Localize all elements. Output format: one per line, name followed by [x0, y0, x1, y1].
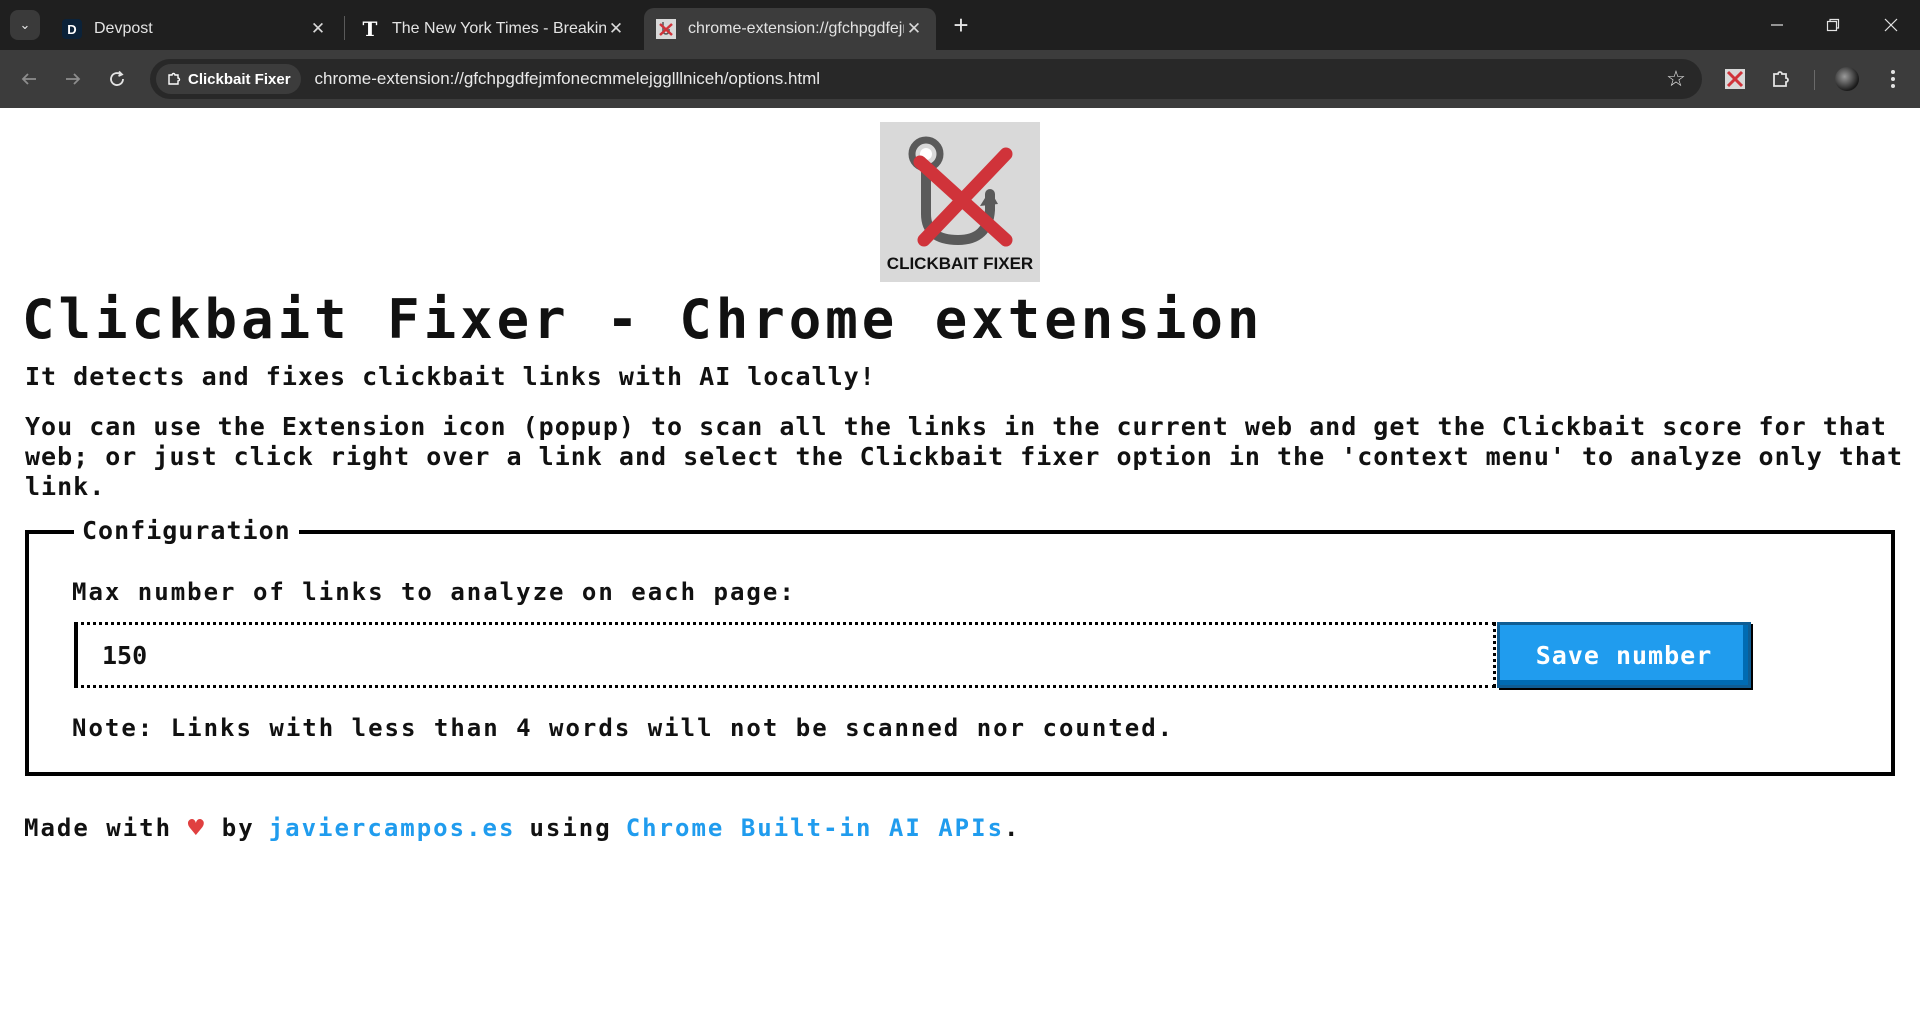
close-tab-icon[interactable]: ✕	[606, 19, 626, 39]
configuration-legend: Configuration	[74, 516, 299, 545]
restore-window-icon[interactable]	[1818, 10, 1848, 40]
extension-puzzle-icon	[166, 71, 182, 87]
new-tab-button[interactable]: +	[946, 10, 976, 40]
back-arrow-icon[interactable]	[14, 64, 44, 94]
tab-title: The New York Times - Breaking	[392, 20, 606, 37]
footer-made-with: Made with	[24, 814, 173, 842]
tab-strip: ⌄ D Devpost ✕ T The New York Times - Bre…	[0, 0, 1920, 50]
close-tab-icon[interactable]: ✕	[308, 19, 328, 39]
footer-period: .	[1004, 814, 1021, 842]
max-links-input[interactable]	[74, 622, 1496, 688]
tab-nytimes[interactable]: T The New York Times - Breaking ✕	[348, 8, 638, 50]
toolbar-divider	[1814, 70, 1815, 90]
extensions-puzzle-icon[interactable]	[1766, 64, 1796, 94]
close-window-icon[interactable]	[1876, 10, 1906, 40]
configuration-fieldset: Configuration Max number of links to ana…	[25, 516, 1895, 776]
page-subtitle: It detects and fixes clickbait links wit…	[25, 362, 876, 391]
site-chip-label: Clickbait Fixer	[188, 70, 291, 88]
profile-avatar-icon[interactable]	[1832, 64, 1862, 94]
footer: Made with ♥ by javiercampos.es using Chr…	[24, 814, 1020, 842]
minimize-window-icon[interactable]	[1762, 10, 1792, 40]
site-info-chip[interactable]: Clickbait Fixer	[156, 64, 301, 94]
close-tab-icon[interactable]: ✕	[904, 19, 924, 39]
clickbait-fixer-favicon-icon	[656, 19, 676, 39]
max-links-label: Max number of links to analyze on each p…	[72, 578, 796, 606]
hook-cross-icon	[908, 136, 1013, 247]
page-title: Clickbait Fixer - Chrome extension	[22, 288, 1264, 351]
tab-separator	[344, 16, 345, 40]
reload-icon[interactable]	[102, 64, 132, 94]
clickbait-fixer-extension-icon[interactable]	[1720, 64, 1750, 94]
devpost-favicon-icon: D	[62, 19, 82, 39]
save-number-button[interactable]: Save number	[1497, 622, 1751, 688]
options-page: CLICKBAIT FIXER Clickbait Fixer - Chrome…	[0, 108, 1920, 1020]
footer-by: by	[221, 814, 255, 842]
bookmark-star-icon[interactable]: ☆	[1664, 66, 1688, 91]
scan-note: Note: Links with less than 4 words will …	[72, 714, 1175, 742]
heart-icon: ♥	[186, 815, 208, 841]
author-link[interactable]: javiercampos.es	[269, 814, 516, 842]
tab-extension-options[interactable]: chrome-extension://gfchpgdfejm ✕	[644, 8, 936, 50]
browser-toolbar: Clickbait Fixer chrome-extension://gfchp…	[0, 50, 1920, 108]
chrome-ai-apis-link[interactable]: Chrome Built-in AI APIs	[626, 814, 1004, 842]
more-menu-icon[interactable]	[1878, 64, 1908, 94]
logo-caption: CLICKBAIT FIXER	[886, 254, 1034, 273]
footer-using: using	[529, 814, 612, 842]
clickbait-fixer-logo: CLICKBAIT FIXER	[880, 122, 1040, 282]
tab-search-chevron-icon[interactable]: ⌄	[10, 10, 40, 40]
page-description: You can use the Extension icon (popup) t…	[25, 412, 1903, 501]
url-text[interactable]: chrome-extension://gfchpgdfejmfonecmmele…	[315, 69, 821, 89]
forward-arrow-icon[interactable]	[58, 64, 88, 94]
nyt-favicon-icon: T	[362, 17, 378, 41]
tab-title: chrome-extension://gfchpgdfejm	[688, 20, 904, 37]
tab-title: Devpost	[94, 20, 153, 37]
tab-devpost[interactable]: D Devpost ✕	[50, 8, 340, 50]
address-bar[interactable]: Clickbait Fixer chrome-extension://gfchp…	[150, 59, 1702, 99]
